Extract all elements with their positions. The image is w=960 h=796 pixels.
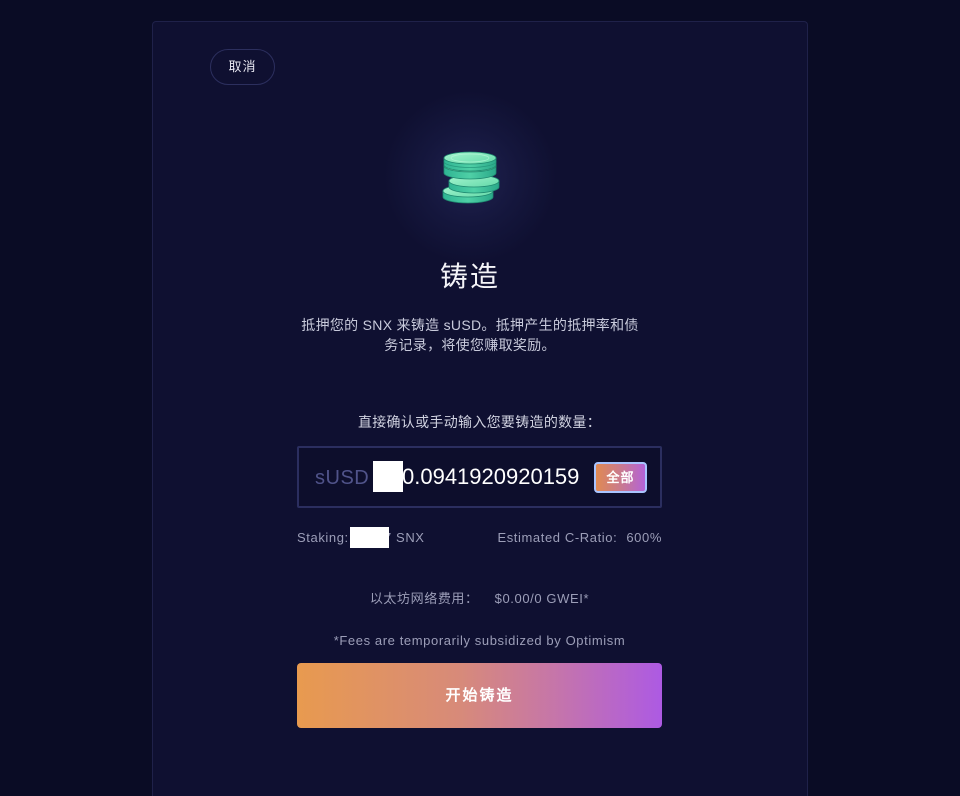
staking-value: 7 SNX: [384, 530, 425, 545]
start-mint-button[interactable]: 开始铸造: [297, 663, 662, 728]
coins-stack-icon: [442, 151, 500, 204]
gas-fee-value: $0.00/0 GWEI*: [494, 591, 590, 606]
fee-subsidy-note: *Fees are temporarily subsidized by Opti…: [333, 633, 626, 648]
gas-fee-row: 以太坊网络费用： $0.00/0 GWEI*: [297, 590, 662, 608]
coin-top: [443, 151, 497, 172]
cancel-button[interactable]: 取消: [210, 49, 275, 85]
description-line-2: 务记录，将使您赚取奖励。: [384, 337, 556, 353]
redaction-block: [373, 461, 403, 492]
amount-prompt: 直接确认或手动输入您要铸造的数量：: [357, 414, 602, 430]
max-button[interactable]: 全部: [594, 462, 647, 493]
redaction-block: [350, 527, 389, 548]
amount-input[interactable]: [402, 461, 592, 493]
description-line-1: 抵押您的 SNX 来铸造 sUSD。抵押产生的抵押率和债: [301, 317, 639, 333]
c-ratio-value: 600%: [626, 530, 662, 545]
c-ratio-row: Estimated C-Ratio: 600%: [440, 529, 662, 547]
currency-label: sUSD: [315, 467, 370, 489]
c-ratio-label: Estimated C-Ratio:: [497, 530, 618, 545]
staking-label: Staking:: [297, 530, 349, 545]
page-title: 铸造: [439, 261, 500, 292]
gas-fee-label: 以太坊网络费用：: [369, 591, 479, 606]
